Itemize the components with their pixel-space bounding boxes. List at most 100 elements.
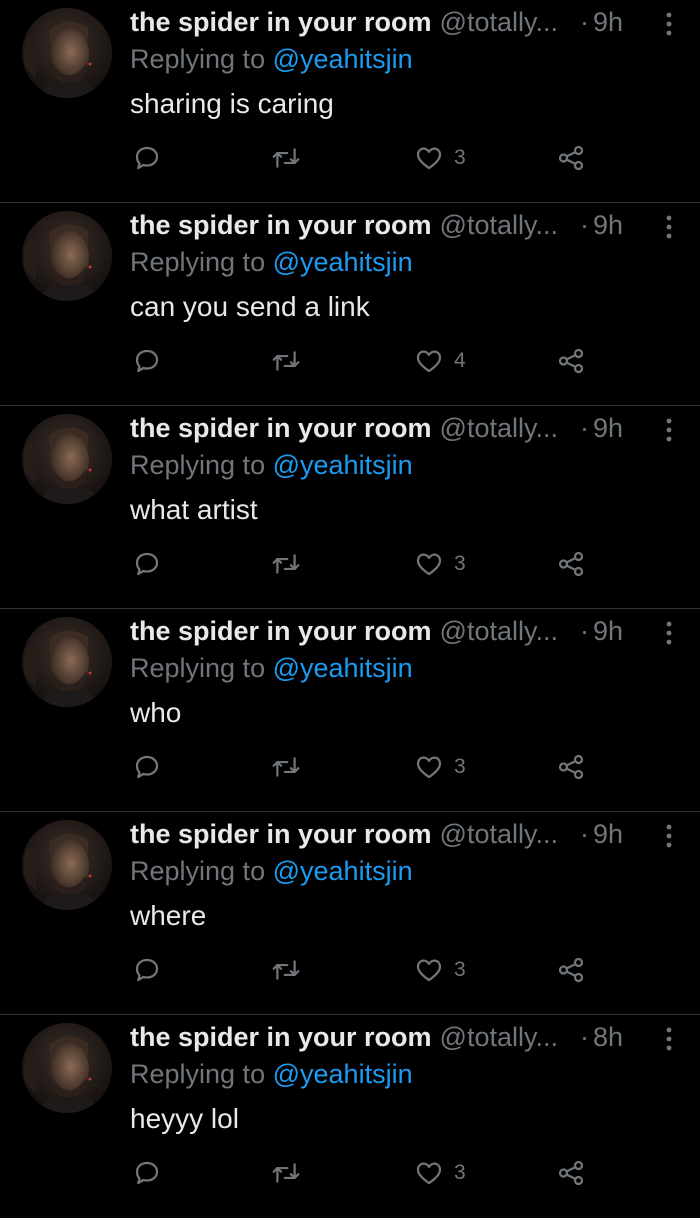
share-button[interactable]	[556, 1155, 586, 1191]
timestamp[interactable]: 9h	[593, 7, 623, 38]
like-count: 3	[454, 552, 466, 575]
mention-link[interactable]: @yeahitsjin	[273, 653, 413, 683]
user-handle[interactable]: @totally...	[440, 1022, 558, 1053]
more-options-icon[interactable]	[662, 1025, 676, 1055]
retweet-arrows-icon	[270, 955, 302, 985]
tweet-header: the spider in your room @totally... · 8h	[130, 1019, 682, 1055]
tweet-actions: 3	[0, 749, 700, 785]
replying-to-line: Replying to @yeahitsjin	[130, 856, 413, 887]
mention-link[interactable]: @yeahitsjin	[273, 44, 413, 74]
tweet[interactable]: the spider in your room @totally... · 9h…	[0, 203, 700, 406]
retweet-arrows-icon	[270, 549, 302, 579]
retweet-button[interactable]	[270, 952, 302, 988]
tweet-actions: 4	[0, 343, 700, 379]
tweet[interactable]: the spider in your room @totally... · 9h…	[0, 406, 700, 609]
more-options-icon[interactable]	[662, 213, 676, 243]
separator-dot: ·	[580, 1021, 589, 1052]
timestamp[interactable]: 9h	[593, 413, 623, 444]
user-handle[interactable]: @totally...	[440, 7, 558, 38]
timestamp[interactable]: 9h	[593, 616, 623, 647]
retweet-button[interactable]	[270, 546, 302, 582]
mention-link[interactable]: @yeahitsjin	[273, 1059, 413, 1089]
replying-to-line: Replying to @yeahitsjin	[130, 247, 413, 278]
avatar[interactable]	[22, 1023, 112, 1113]
retweet-button[interactable]	[270, 140, 302, 176]
heart-icon	[414, 752, 444, 782]
reply-button[interactable]	[132, 952, 162, 988]
reply-button[interactable]	[132, 546, 162, 582]
separator-dot: ·	[580, 818, 589, 849]
tweet-text: sharing is caring	[130, 88, 334, 119]
like-count: 3	[454, 755, 466, 778]
like-button[interactable]: 3	[414, 1155, 466, 1191]
timestamp[interactable]: 9h	[593, 210, 623, 241]
timestamp[interactable]: 9h	[593, 819, 623, 850]
user-handle[interactable]: @totally...	[440, 413, 558, 444]
avatar[interactable]	[22, 8, 112, 98]
more-options-icon[interactable]	[662, 619, 676, 649]
retweet-button[interactable]	[270, 1155, 302, 1191]
tweet[interactable]: the spider in your room @totally... · 8h…	[0, 1015, 700, 1218]
avatar[interactable]	[22, 820, 112, 910]
display-name[interactable]: the spider in your room	[130, 616, 432, 647]
tweet-actions: 3	[0, 1155, 700, 1191]
display-name[interactable]: the spider in your room	[130, 210, 432, 241]
like-button[interactable]: 4	[414, 343, 466, 379]
like-button[interactable]: 3	[414, 749, 466, 785]
reply-button[interactable]	[132, 1155, 162, 1191]
share-button[interactable]	[556, 140, 586, 176]
retweet-button[interactable]	[270, 749, 302, 785]
like-count: 3	[454, 1161, 466, 1184]
speech-bubble-icon	[132, 752, 162, 782]
reply-button[interactable]	[132, 749, 162, 785]
more-options-icon[interactable]	[662, 10, 676, 40]
reply-button[interactable]	[132, 343, 162, 379]
share-button[interactable]	[556, 952, 586, 988]
share-button[interactable]	[556, 546, 586, 582]
speech-bubble-icon	[132, 143, 162, 173]
tweet-header: the spider in your room @totally... · 9h	[130, 410, 682, 446]
mention-link[interactable]: @yeahitsjin	[273, 856, 413, 886]
speech-bubble-icon	[132, 346, 162, 376]
more-options-icon[interactable]	[662, 416, 676, 446]
share-button[interactable]	[556, 343, 586, 379]
tweet[interactable]: the spider in your room @totally... · 9h…	[0, 0, 700, 203]
tweet-header: the spider in your room @totally... · 9h	[130, 4, 682, 40]
heart-icon	[414, 549, 444, 579]
avatar[interactable]	[22, 617, 112, 707]
display-name[interactable]: the spider in your room	[130, 413, 432, 444]
reply-feed: the spider in your room @totally... · 9h…	[0, 0, 700, 1200]
retweet-button[interactable]	[270, 343, 302, 379]
tweet-header: the spider in your room @totally... · 9h	[130, 816, 682, 852]
share-button[interactable]	[556, 749, 586, 785]
mention-link[interactable]: @yeahitsjin	[273, 450, 413, 480]
tweet-actions: 3	[0, 952, 700, 988]
tweet[interactable]: the spider in your room @totally... · 9h…	[0, 609, 700, 812]
separator-dot: ·	[580, 209, 589, 240]
display-name[interactable]: the spider in your room	[130, 1022, 432, 1053]
retweet-arrows-icon	[270, 346, 302, 376]
user-handle[interactable]: @totally...	[440, 616, 558, 647]
mention-link[interactable]: @yeahitsjin	[273, 247, 413, 277]
separator-dot: ·	[580, 412, 589, 443]
avatar[interactable]	[22, 414, 112, 504]
tweet[interactable]: the spider in your room @totally... · 9h…	[0, 812, 700, 1015]
timestamp[interactable]: 8h	[593, 1022, 623, 1053]
display-name[interactable]: the spider in your room	[130, 7, 432, 38]
user-handle[interactable]: @totally...	[440, 819, 558, 850]
share-nodes-icon	[556, 549, 586, 579]
like-button[interactable]: 3	[414, 140, 466, 176]
display-name[interactable]: the spider in your room	[130, 819, 432, 850]
retweet-arrows-icon	[270, 1158, 302, 1188]
speech-bubble-icon	[132, 955, 162, 985]
reply-button[interactable]	[132, 140, 162, 176]
more-options-icon[interactable]	[662, 822, 676, 852]
tweet-text: who	[130, 697, 182, 728]
user-handle[interactable]: @totally...	[440, 210, 558, 241]
like-button[interactable]: 3	[414, 952, 466, 988]
avatar[interactable]	[22, 211, 112, 301]
like-button[interactable]: 3	[414, 546, 466, 582]
tweet-header: the spider in your room @totally... · 9h	[130, 613, 682, 649]
tweet-header: the spider in your room @totally... · 9h	[130, 207, 682, 243]
speech-bubble-icon	[132, 549, 162, 579]
